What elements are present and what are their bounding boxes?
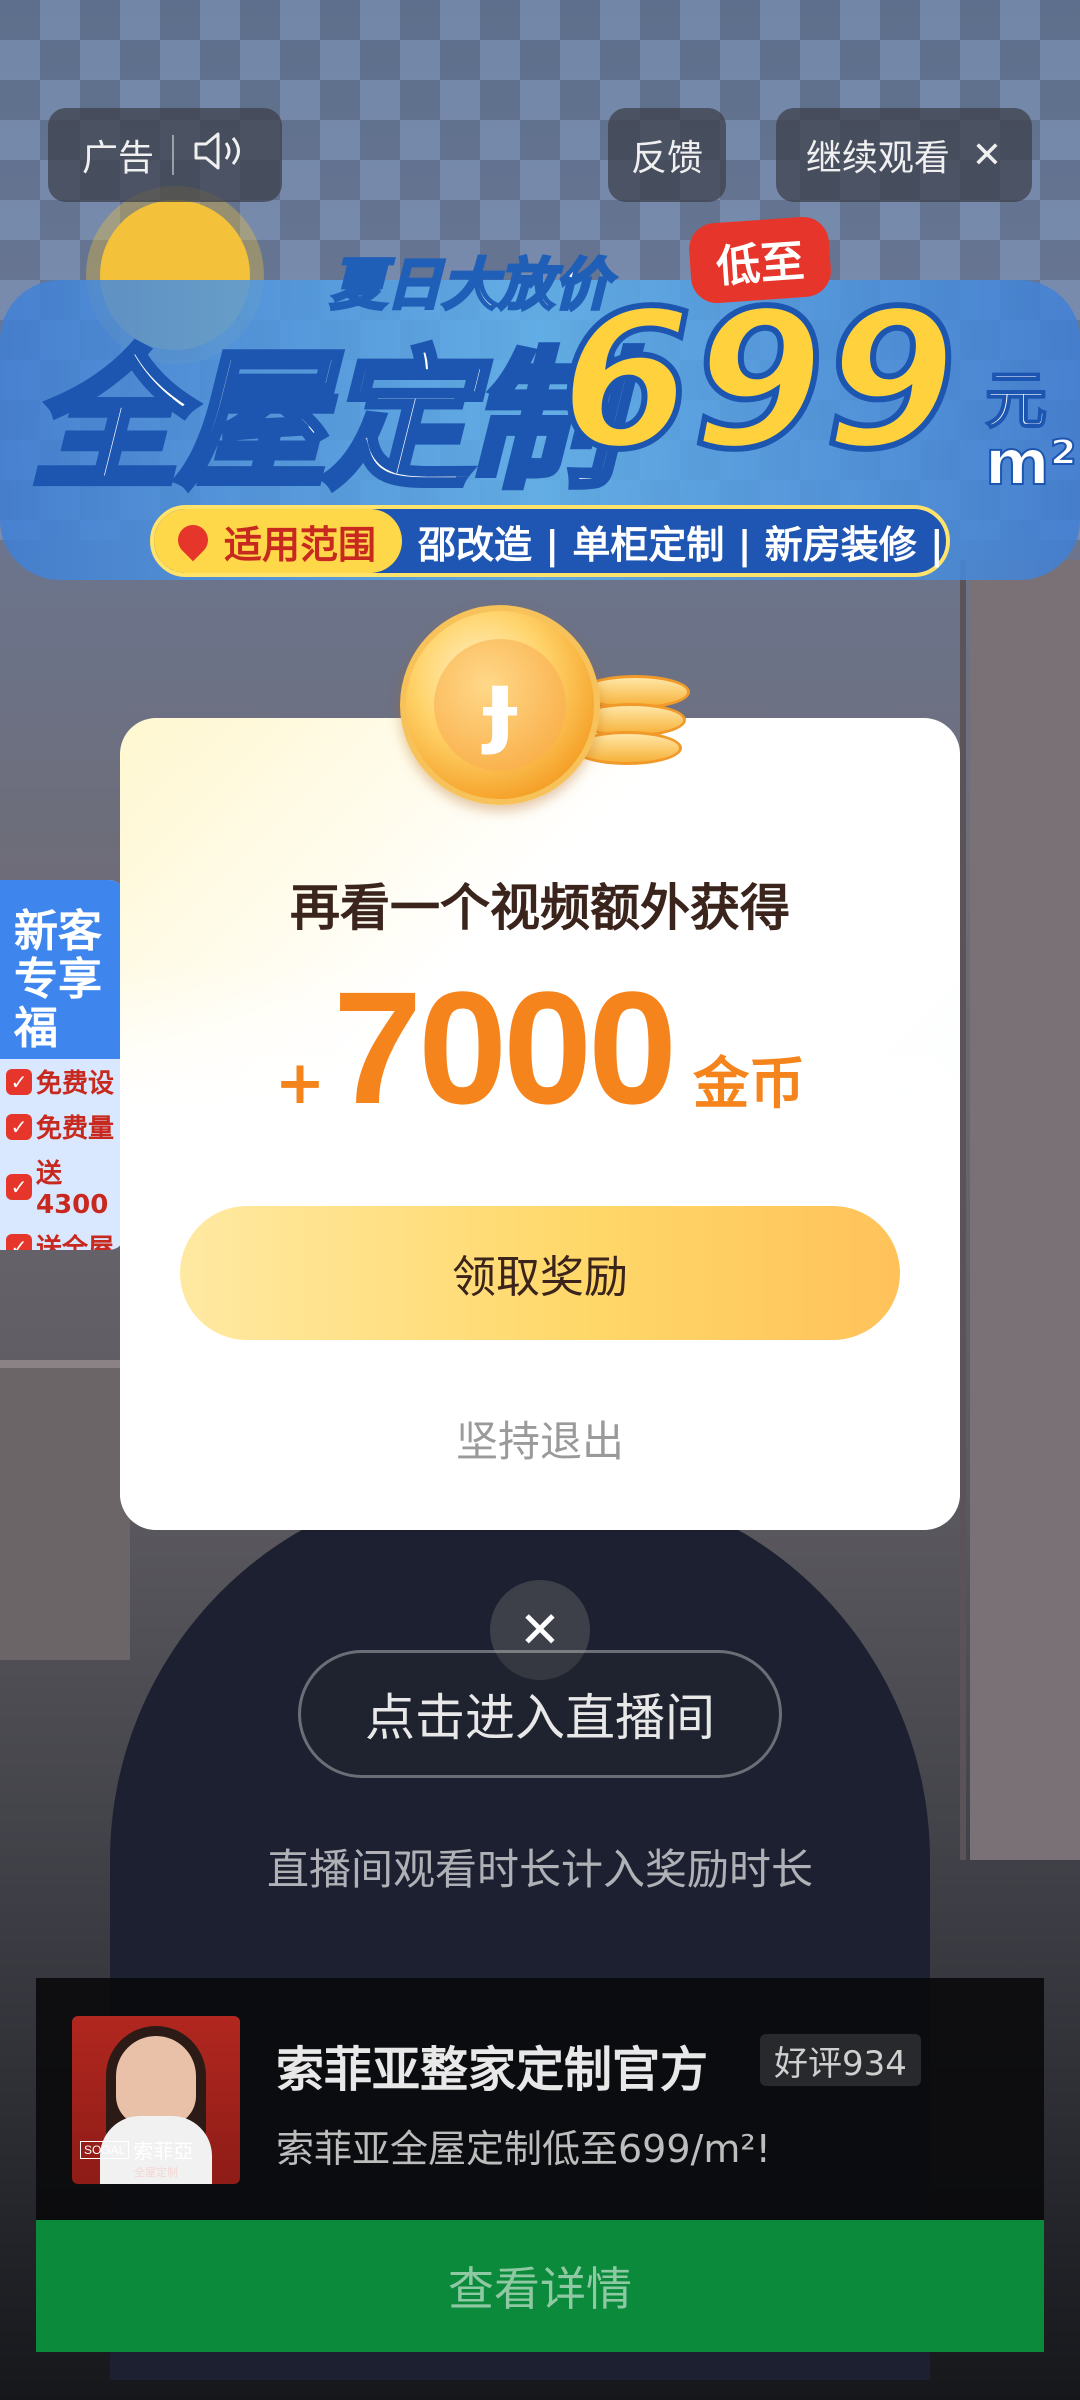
speaker-icon[interactable]: [192, 129, 248, 182]
divider: [172, 135, 174, 175]
ad-banner: 夏日大放价 低至 全屋定制 699 元 m² 适用范围 邵改造 | 单柜定制 |…: [0, 160, 1080, 600]
advertiser-name: 索菲亚整家定制官方: [276, 2042, 709, 2098]
check-icon: ✓: [6, 1173, 32, 1200]
promo-head: 新客 专享福: [0, 880, 125, 1060]
promo-head-line-1: 新客: [14, 906, 102, 957]
advertiser-avatar[interactable]: SOGAL 索菲亞 全屋定制: [72, 2016, 240, 2184]
scope-text: 邵改造 | 单柜定制 | 新房装修 |: [418, 522, 944, 567]
wardrobe-panel: [970, 560, 1080, 1860]
feedback-label: 反馈: [630, 138, 703, 179]
location-pin-icon: [171, 518, 215, 562]
close-icon[interactable]: ✕: [972, 135, 1002, 176]
wardrobe-seam: [960, 560, 966, 1860]
reward-number: 7000: [333, 958, 677, 1137]
quit-link[interactable]: 坚持退出: [120, 1408, 960, 1469]
coin-glyph: ɟ: [484, 652, 516, 757]
banner-price: 699: [557, 267, 960, 494]
promo-row: ✓ 免费设: [0, 1059, 125, 1104]
view-details-button[interactable]: 查看详情: [36, 2220, 1044, 2352]
avatar-face: [116, 2036, 196, 2126]
promo-row: ✓ 送全屋: [0, 1224, 125, 1250]
brand-logo: SOGAL 索菲亞: [80, 2135, 232, 2164]
banner-unit: 元 m²: [984, 364, 1078, 499]
brand-cn: 索菲亞: [133, 2139, 194, 2163]
gold-coin-icon: ɟ: [400, 605, 690, 815]
reward-plus: +: [274, 1048, 326, 1118]
reward-dialog: 再看一个视频额外获得 + 7000 金币 领取奖励 坚持退出: [120, 718, 960, 1530]
rating-badge: 好评934: [760, 2034, 921, 2086]
ad-sound-chip: 广告: [48, 108, 282, 202]
ad-label: 广告: [81, 138, 154, 179]
promo-row-text: 送全屋: [36, 1234, 115, 1250]
scope-label: 适用范围: [224, 522, 377, 567]
live-note: 直播间观看时长计入奖励时长: [266, 1845, 813, 1894]
reward-amount: + 7000 金币: [120, 968, 960, 1128]
coin-face: ɟ: [434, 639, 566, 771]
continue-watching-button[interactable]: 继续观看 ✕: [776, 108, 1032, 202]
check-icon: ✓: [6, 1068, 32, 1095]
banner-title: 全屋定制: [27, 332, 621, 512]
promo-head-line-2: 专享福: [14, 954, 102, 1054]
brand-sub: 全屋定制: [134, 2166, 178, 2179]
continue-label: 继续观看: [805, 138, 950, 179]
banner-unit-bottom: m²: [984, 426, 1078, 499]
advertiser-card[interactable]: SOGAL 索菲亞 全屋定制 索菲亚整家定制官方 好评934 索菲亚全屋定制低至…: [36, 1978, 1044, 2220]
advertiser-description: 索菲亚全屋定制低至699/m²!: [276, 2127, 771, 2171]
promo-row-text: 送4300: [36, 1159, 109, 1221]
promo-row: ✓ 送4300: [0, 1149, 125, 1224]
check-icon: ✓: [6, 1233, 32, 1250]
promo-row: ✓ 免费量: [0, 1104, 125, 1149]
dialog-title: 再看一个视频额外获得: [290, 879, 790, 937]
reward-unit: 金币: [693, 1052, 806, 1117]
feedback-button[interactable]: 反馈: [608, 108, 726, 202]
promo-row-text: 免费设: [36, 1069, 115, 1100]
claim-reward-button[interactable]: 领取奖励: [180, 1206, 900, 1340]
promo-row-text: 免费量: [36, 1114, 115, 1145]
scope-bar: 适用范围 邵改造 | 单柜定制 | 新房装修 |: [150, 505, 950, 577]
scope-label-box: 适用范围: [154, 509, 403, 573]
coin: ɟ: [400, 605, 600, 805]
enter-live-button[interactable]: 点击进入直播间: [298, 1650, 782, 1778]
brand-latin: SOGAL: [80, 2140, 130, 2159]
side-promo: 新客 专享福 ✓ 免费设 ✓ 免费量 ✓ 送4300 ✓ 送全屋: [0, 880, 125, 1250]
shelf: [0, 1360, 130, 1660]
check-icon: ✓: [6, 1113, 32, 1140]
banner-unit-top: 元: [984, 364, 1048, 437]
